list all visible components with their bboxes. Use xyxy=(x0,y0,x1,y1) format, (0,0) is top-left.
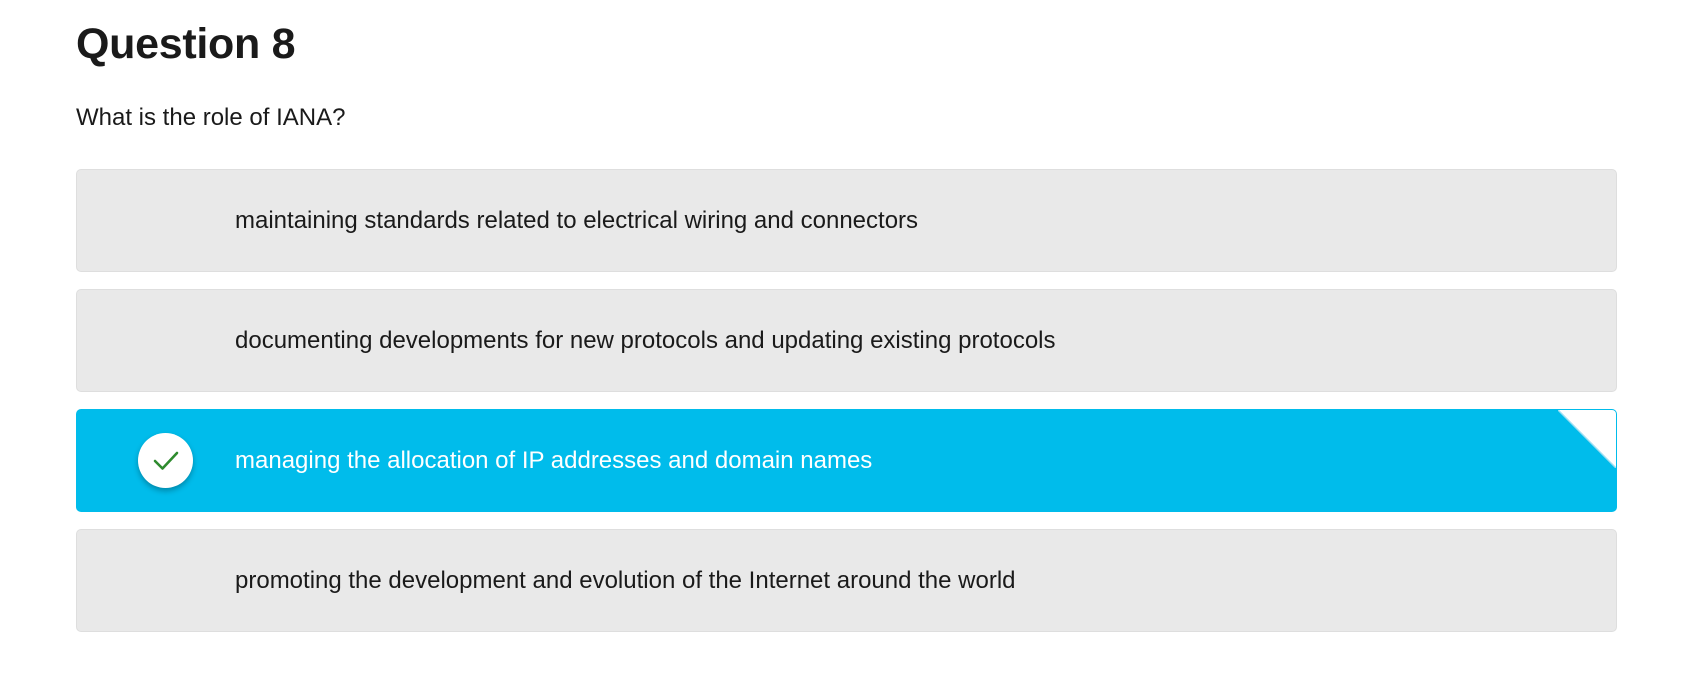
question-prompt: What is the role of IANA? xyxy=(76,104,346,131)
answer-option[interactable]: maintaining standards related to electri… xyxy=(76,169,1617,272)
answer-option-text: maintaining standards related to electri… xyxy=(235,207,919,234)
answer-option-text: promoting the development and evolution … xyxy=(235,567,1016,594)
quiz-question: Question 8 What is the role of IANA? mai… xyxy=(0,0,1684,676)
answer-option-text: managing the allocation of IP addresses … xyxy=(235,447,873,474)
checkmark-icon xyxy=(138,433,193,488)
question-title: Question 8 xyxy=(76,20,296,68)
answer-option-selected[interactable]: managing the allocation of IP addresses … xyxy=(76,409,1617,512)
answer-option[interactable]: promoting the development and evolution … xyxy=(76,529,1617,632)
answer-options: maintaining standards related to electri… xyxy=(76,169,1617,632)
answer-option-text: documenting developments for new protoco… xyxy=(235,327,1056,354)
corner-fold-icon xyxy=(1558,410,1616,468)
answer-option[interactable]: documenting developments for new protoco… xyxy=(76,289,1617,392)
